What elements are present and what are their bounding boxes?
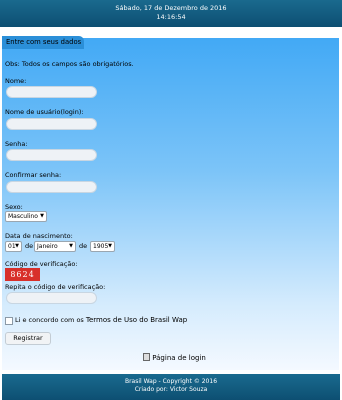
birth-month-value: Janeiro — [37, 243, 58, 250]
terms-prefix: Li e concordo com os — [15, 316, 84, 324]
confirm-password-label: Confirmar senha: — [5, 171, 62, 179]
sex-select-value: Masculino — [8, 213, 38, 220]
birth-month-select[interactable]: Janeiro ▼ — [34, 241, 76, 252]
footer-copyright: Brasil Wap - Copyright © 2016 — [124, 378, 218, 385]
header-date: Sábado, 17 de Dezembro de 2016 — [115, 4, 227, 12]
sex-label: Sexo: — [5, 203, 23, 211]
birth-year-select[interactable]: 1905 ▼ — [90, 241, 115, 252]
required-note: Obs: Todos os campos são obrigatórios. — [5, 60, 134, 68]
login-page-link[interactable]: Página de login — [143, 353, 206, 363]
chevron-down-icon: ▼ — [15, 243, 19, 249]
username-input[interactable] — [6, 118, 97, 130]
username-label: Nome de usuário(login): — [5, 108, 84, 116]
chevron-down-icon: ▼ — [108, 243, 112, 249]
footer-author: Criado por: Victor Souza — [134, 386, 208, 393]
header-bar: Sábado, 17 de Dezembro de 2016 14:16:54 — [0, 0, 342, 27]
birth-year-value: 1905 — [93, 243, 109, 250]
header-time: 14:16:54 — [156, 13, 186, 21]
captcha-label: Código de verificação: — [5, 260, 78, 268]
terms-text: Li e concordo com os Termos de Uso do Br… — [15, 316, 187, 324]
footer-bar: Brasil Wap - Copyright © 2016 Criado por… — [2, 374, 340, 400]
captcha-image: 8624 — [5, 268, 40, 281]
panel-title: Entre com seus dados — [2, 36, 84, 49]
register-button[interactable]: Registrar — [5, 332, 51, 345]
birth-label: Data de nascimento: — [5, 232, 73, 240]
birth-sep-1: de — [25, 242, 34, 250]
terms-link[interactable]: Termos de Uso do Brasil Wap — [86, 316, 187, 324]
login-link-label: Página de login — [152, 354, 206, 362]
name-label: Nome: — [5, 77, 27, 85]
page-icon — [143, 353, 150, 361]
terms-checkbox[interactable] — [5, 317, 13, 325]
birth-sep-2: de — [79, 242, 88, 250]
password-label: Senha: — [5, 140, 28, 148]
confirm-password-input[interactable] — [6, 181, 97, 193]
repeat-captcha-label: Repita o código de verificação: — [5, 283, 106, 291]
password-input[interactable] — [6, 149, 97, 161]
birth-day-select[interactable]: 01 ▼ — [5, 241, 22, 252]
name-input[interactable] — [6, 86, 97, 98]
repeat-captcha-input[interactable] — [6, 292, 97, 304]
sex-select[interactable]: Masculino ▼ — [5, 211, 47, 222]
chevron-down-icon: ▼ — [40, 213, 44, 219]
chevron-down-icon: ▼ — [69, 243, 73, 249]
